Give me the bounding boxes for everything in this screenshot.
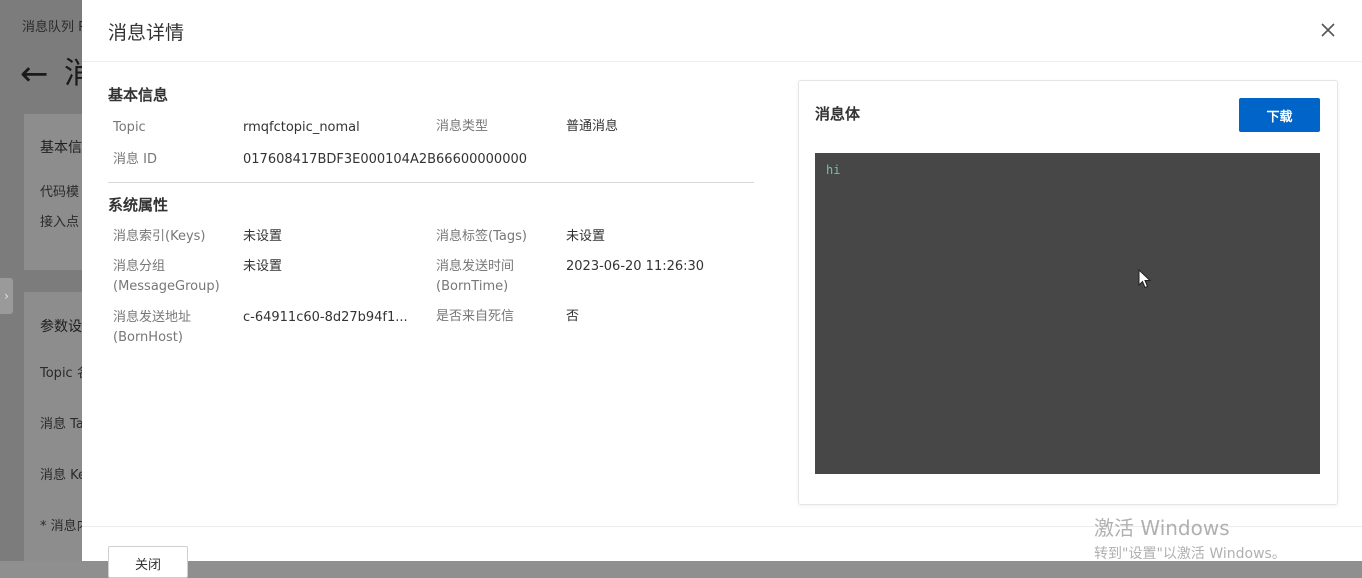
- message-body-content: hi: [826, 163, 841, 177]
- section-title-system: 系统属性: [108, 196, 169, 214]
- download-button[interactable]: 下载: [1239, 98, 1320, 132]
- close-icon[interactable]: [1316, 18, 1340, 42]
- background-form-label: 消息 Ke: [40, 468, 87, 483]
- tags-value: 未设置: [566, 229, 606, 244]
- message-group-value: 未设置: [243, 259, 283, 274]
- dead-letter-value: 否: [566, 309, 580, 324]
- message-detail-drawer: 消息详情 基本信息 Topic rmqfctopic_nomal 消息类型 普通…: [82, 0, 1362, 578]
- mouse-pointer-icon: [1138, 268, 1152, 293]
- topic-label: Topic: [113, 120, 146, 135]
- message-type-value: 普通消息: [566, 119, 619, 134]
- born-host-label: 消息发送地址 (BornHost): [113, 308, 191, 348]
- message-id-label: 消息 ID: [113, 152, 157, 167]
- watermark-line2: 转到"设置"以激活 Windows。: [1094, 546, 1286, 562]
- background-form-label: 消息 Ta: [40, 417, 84, 432]
- message-body-viewer[interactable]: hi: [815, 153, 1320, 474]
- tags-label: 消息标签(Tags): [436, 229, 527, 244]
- message-type-label: 消息类型: [436, 119, 489, 134]
- arrow-left-icon[interactable]: ←: [20, 54, 49, 94]
- keys-label: 消息索引(Keys): [113, 229, 206, 244]
- born-host-value[interactable]: c-64911c60-8d27b94f1...: [243, 308, 408, 328]
- background-card-basic-heading: 基本信: [40, 140, 82, 156]
- drawer-title: 消息详情: [108, 22, 185, 44]
- born-host-label-line1: 消息发送地址: [113, 310, 192, 325]
- background-card-params-heading: 参数设: [40, 319, 82, 335]
- message-group-label: 消息分组 (MessageGroup): [113, 257, 220, 297]
- message-body-title: 消息体: [815, 105, 861, 123]
- born-time-label-line2: (BornTime): [436, 279, 509, 294]
- born-host-label-line2: (BornHost): [113, 330, 183, 345]
- windows-activation-watermark: 激活 Windows 转到"设置"以激活 Windows。: [1094, 512, 1286, 563]
- breadcrumb[interactable]: 消息队列 R: [22, 16, 87, 35]
- section-divider: [108, 182, 754, 183]
- close-button[interactable]: 关闭: [108, 546, 188, 578]
- born-time-label-line1: 消息发送时间: [436, 259, 515, 274]
- message-id-value: 017608417BDF3E000104A2B66600000000: [243, 152, 528, 167]
- drawer-header: 消息详情: [82, 0, 1362, 62]
- born-time-label: 消息发送时间 (BornTime): [436, 257, 514, 297]
- background-card-basic-row: 代码模: [40, 185, 80, 200]
- section-title-basic: 基本信息: [108, 86, 169, 104]
- message-group-label-line1: 消息分组: [113, 259, 166, 274]
- watermark-line1: 激活 Windows: [1094, 516, 1230, 540]
- message-body-card: 消息体 下载 hi: [798, 80, 1338, 505]
- message-group-label-line2: (MessageGroup): [113, 279, 220, 294]
- born-time-value: 2023-06-20 11:26:30: [566, 259, 705, 274]
- chevron-right-icon[interactable]: ›: [0, 278, 13, 314]
- background-card-basic-row: 接入点: [40, 215, 80, 230]
- topic-value: rmqfctopic_nomal: [243, 120, 360, 135]
- keys-value: 未设置: [243, 229, 283, 244]
- dead-letter-label: 是否来自死信: [436, 309, 515, 324]
